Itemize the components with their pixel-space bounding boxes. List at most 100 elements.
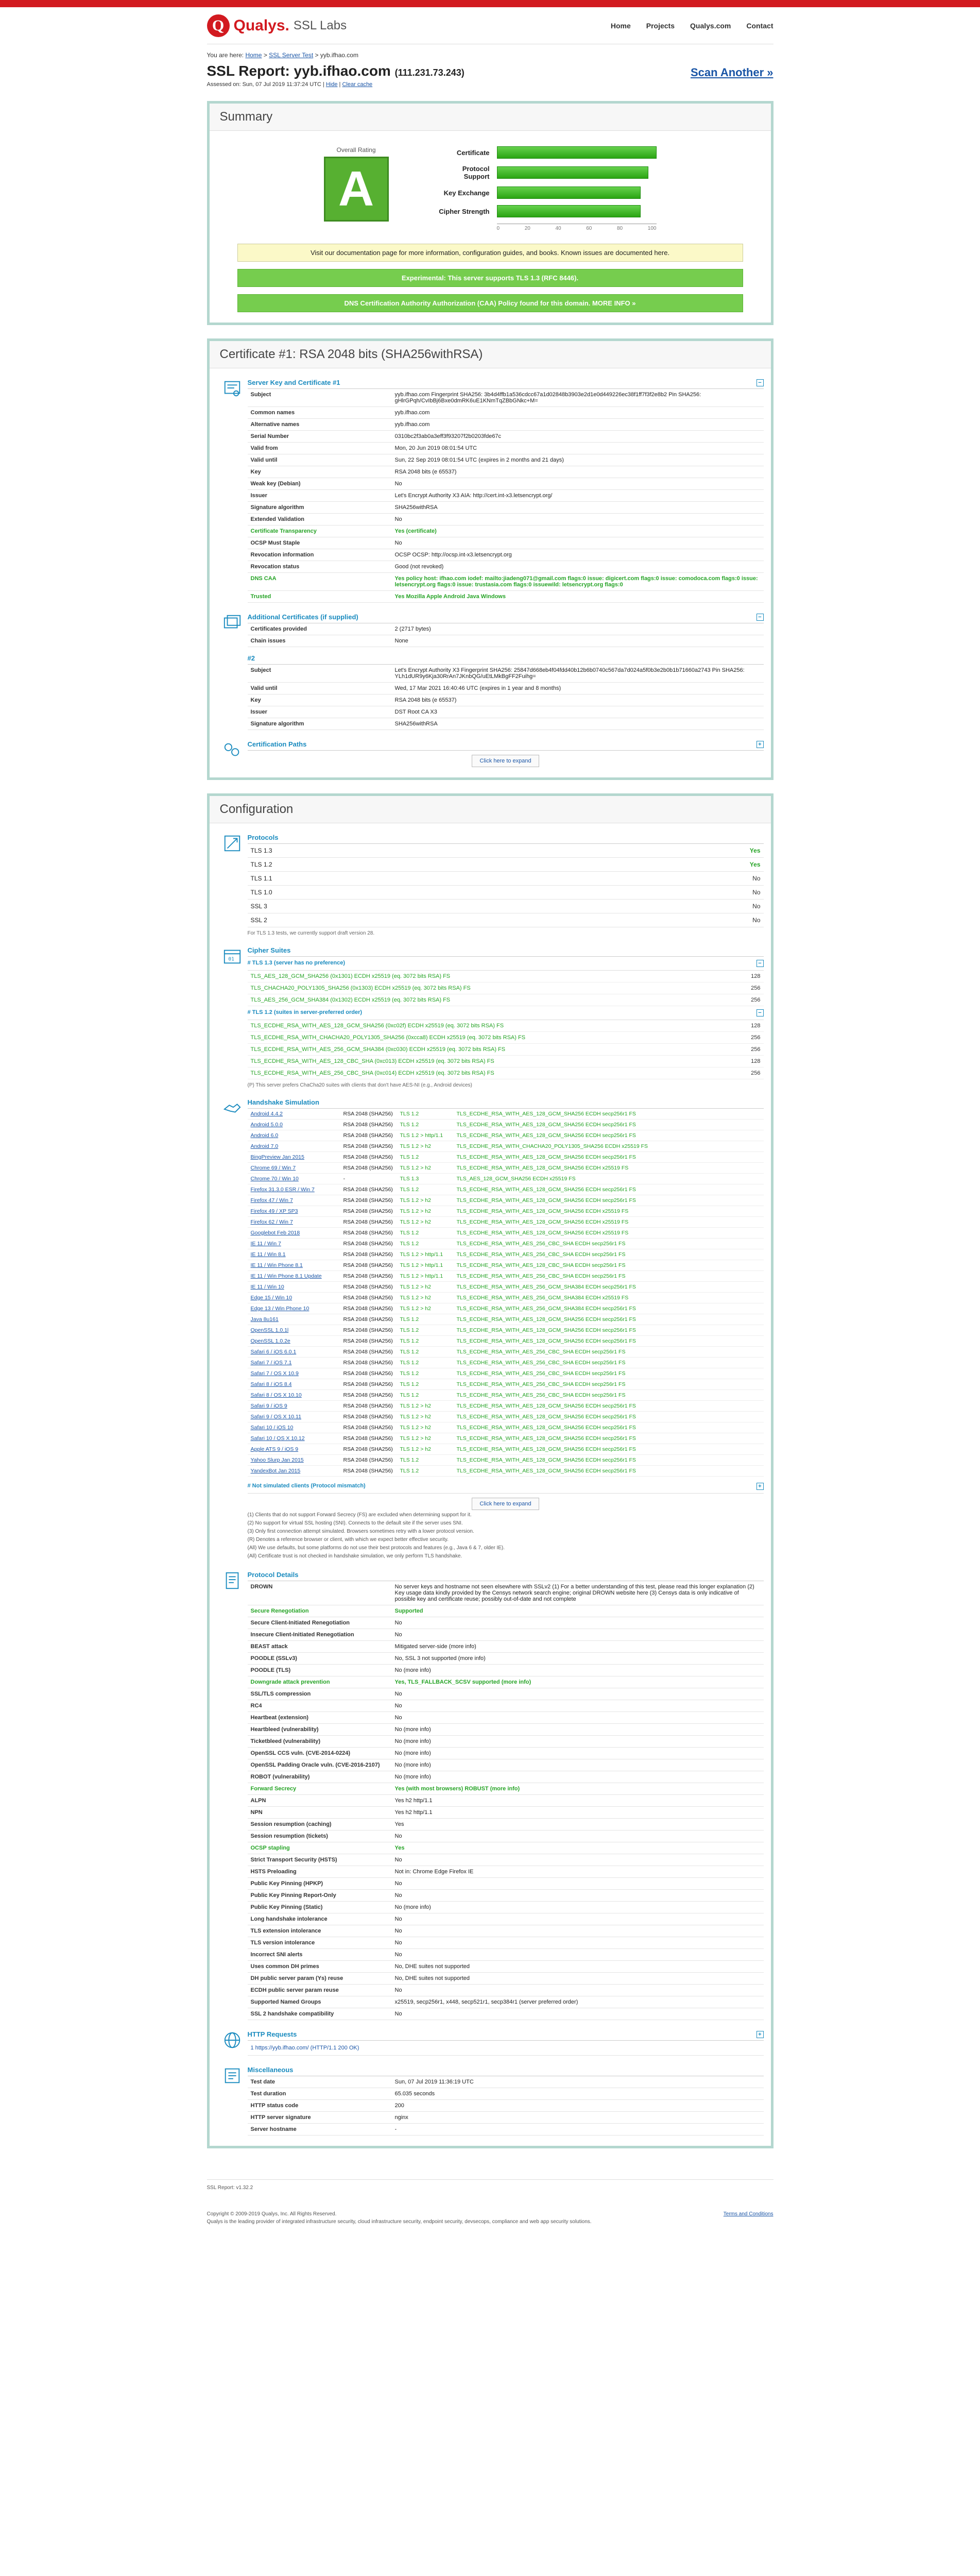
table-row: POODLE (TLS) No (more info) <box>247 1664 764 1676</box>
handshake-client[interactable]: Safari 6 / iOS 6.0.1 <box>247 1346 340 1358</box>
expand-icon[interactable]: + <box>756 1483 764 1490</box>
non-simulated-header[interactable]: # Not simulated clients (Protocol mismat… <box>247 1480 764 1494</box>
scale-tick: 0 <box>496 226 500 231</box>
handshake-client[interactable]: Firefox 49 / XP SP3 <box>247 1206 340 1217</box>
row-key: TLS extension intolerance <box>247 1925 392 1937</box>
handshake-client[interactable]: Edge 13 / Win Phone 10 <box>247 1303 340 1314</box>
handshake-client[interactable]: Android 7.0 <box>247 1141 340 1152</box>
handshake-client[interactable]: Firefox 62 / Win 7 <box>247 1216 340 1228</box>
handshake-client[interactable]: Safari 8 / OS X 10.10 <box>247 1389 340 1401</box>
cipher-row: TLS_ECDHE_RSA_WITH_AES_256_GCM_SHA384 (0… <box>247 1043 764 1056</box>
handshake-protocol: TLS 1.2 <box>397 1119 454 1130</box>
notice-banner: Experimental: This server supports TLS 1… <box>237 269 743 287</box>
handshake-client[interactable]: Safari 9 / iOS 9 <box>247 1400 340 1412</box>
handshake-client[interactable]: IE 11 / Win 8.1 <box>247 1249 340 1260</box>
collapse-icon[interactable]: − <box>756 379 764 386</box>
handshake-client[interactable]: OpenSSL 1.0.2e <box>247 1335 340 1347</box>
row-value: Wed, 17 Mar 2021 16:40:46 UTC (expires i… <box>391 682 764 694</box>
handshake-client[interactable]: Chrome 69 / Win 7 <box>247 1162 340 1174</box>
nav-contact[interactable]: Contact <box>746 22 773 30</box>
handshake-client[interactable]: Safari 7 / iOS 7.1 <box>247 1357 340 1368</box>
handshake-client[interactable]: Chrome 70 / Win 10 <box>247 1173 340 1184</box>
cert-paths-header[interactable]: Certification Paths + <box>247 738 764 751</box>
handshake-client[interactable]: Edge 15 / Win 10 <box>247 1292 340 1303</box>
handshake-client[interactable]: YandexBot Jan 2015 <box>247 1465 340 1477</box>
handshake-protocol: TLS 1.3 <box>397 1173 454 1184</box>
hide-link[interactable]: Hide <box>326 81 338 88</box>
row-value: Yes policy host: ifhao.com iodef: mailto… <box>391 572 764 591</box>
cipher-row: TLS_AES_128_GCM_SHA256 (0x1301) ECDH x25… <box>247 971 764 982</box>
handshake-client[interactable]: Safari 10 / OS X 10.12 <box>247 1433 340 1444</box>
row-value: Let's Encrypt Authority X3 AIA: http://c… <box>391 489 764 502</box>
score-bar-track <box>496 205 657 217</box>
clear-cache-link[interactable]: Clear cache <box>342 81 372 88</box>
handshake-client[interactable]: Firefox 47 / Win 7 <box>247 1195 340 1206</box>
handshake-client[interactable]: Safari 7 / OS X 10.9 <box>247 1368 340 1379</box>
collapse-icon[interactable]: − <box>756 1009 764 1016</box>
table-row: Common names yyb.ifhao.com <box>247 406 764 419</box>
row-value: No <box>391 1925 764 1937</box>
breadcrumb-server-test[interactable]: SSL Server Test <box>269 52 313 59</box>
info-icon <box>217 2064 248 2136</box>
expand-icon[interactable]: + <box>756 740 764 748</box>
handshake-client[interactable]: Safari 8 / iOS 8.4 <box>247 1379 340 1390</box>
score-bar-label: Key Exchange <box>443 189 490 197</box>
row-key: Alternative names <box>247 418 392 431</box>
handshake-row: Safari 10 / iOS 10 RSA 2048 (SHA256) TLS 1… <box>247 1422 764 1433</box>
handshake-row: Android 6.0 RSA 2048 (SHA256) TLS 1.2 > ht… <box>247 1130 764 1141</box>
breadcrumb-home[interactable]: Home <box>245 52 262 59</box>
handshake-client[interactable]: Yahoo Slurp Jan 2015 <box>247 1454 340 1466</box>
handshake-client[interactable]: OpenSSL 1.0.1l <box>247 1325 340 1336</box>
expand-cert-paths-button[interactable]: Click here to expand <box>472 755 539 767</box>
nav-qualys[interactable]: Qualys.com <box>690 22 731 30</box>
handshake-client[interactable]: Apple ATS 9 / iOS 9 <box>247 1444 340 1455</box>
handshake-client[interactable]: BingPreview Jan 2015 <box>247 1151 340 1163</box>
row-key: Secure Client-Initiated Renegotiation <box>247 1617 392 1629</box>
expand-non-simulated-button[interactable]: Click here to expand <box>472 1498 539 1510</box>
handshake-client[interactable]: Android 4.4.2 <box>247 1109 340 1120</box>
table-row: ROBOT (vulnerability) No (more info) <box>247 1771 764 1783</box>
handshake-client[interactable]: IE 11 / Win 10 <box>247 1281 340 1293</box>
row-value: No <box>391 1617 764 1629</box>
table-row: Key RSA 2048 bits (e 65537) <box>247 466 764 478</box>
grade-badge: A <box>323 157 389 222</box>
row-value: No (more info) <box>391 1747 764 1759</box>
handshake-client[interactable]: IE 11 / Win Phone 8.1 <box>247 1260 340 1271</box>
protocol-row: SSL 3 No <box>247 899 764 913</box>
handshake-client[interactable]: IE 11 / Win Phone 8.1 Update <box>247 1270 340 1282</box>
collapse-icon[interactable]: − <box>756 960 764 967</box>
handshake-client[interactable]: Safari 9 / OS X 10.11 <box>247 1411 340 1422</box>
handshake-client[interactable]: Firefox 31.3.0 ESR / Win 7 <box>247 1184 340 1195</box>
handshake-client[interactable]: Googlebot Feb 2018 <box>247 1227 340 1239</box>
handshake-client[interactable]: Safari 10 / iOS 10 <box>247 1422 340 1433</box>
http-requests-header[interactable]: HTTP Requests + <box>247 2028 764 2041</box>
expand-icon[interactable]: + <box>756 2030 764 2038</box>
cipher-name: TLS_ECDHE_RSA_WITH_AES_256_CBC_SHA (0xc0… <box>247 1067 733 1079</box>
handshake-client[interactable]: Java 8u161 <box>247 1314 340 1325</box>
score-bar-track <box>496 146 657 159</box>
collapse-icon[interactable]: − <box>756 613 764 621</box>
terms-link[interactable]: Terms and Conditions <box>724 2211 773 2217</box>
handshake-client[interactable]: IE 11 / Win 7 <box>247 1238 340 1249</box>
row-value: No server keys and hostname not seen els… <box>391 1581 764 1605</box>
http-request-row[interactable]: 1 https://yyb.ifhao.com/ (HTTP/1.1 200 O… <box>247 2041 764 2056</box>
nav-projects[interactable]: Projects <box>646 22 675 30</box>
table-row: Extended Validation No <box>247 513 764 526</box>
additional-certs-header[interactable]: Additional Certificates (if supplied) − <box>247 611 764 623</box>
nav-home[interactable]: Home <box>611 22 631 30</box>
tls13-header[interactable]: # TLS 1.3 (server has no preference) − <box>247 957 764 971</box>
tls12-header[interactable]: # TLS 1.2 (suites in server-preferred or… <box>247 1006 764 1020</box>
table-row: Uses common DH primes No, DHE suites not … <box>247 1960 764 1973</box>
summary-section: Summary Overall Rating A Certificate Prot… <box>207 101 773 325</box>
ciphers-title: Cipher Suites <box>247 946 291 954</box>
handshake-key: RSA 2048 (SHA256) <box>340 1195 397 1206</box>
handshake-client[interactable]: Android 6.0 <box>247 1130 340 1141</box>
scan-another-link[interactable]: Scan Another » <box>691 66 773 79</box>
row-value: No <box>391 1854 764 1866</box>
server-key-header[interactable]: Server Key and Certificate #1 − <box>247 377 764 389</box>
logo[interactable]: Q Qualys. SSL Labs <box>207 14 347 37</box>
handshake-client[interactable]: Android 5.0.0 <box>247 1119 340 1130</box>
scale-tick: 100 <box>647 226 657 231</box>
row-key: POODLE (SSLv3) <box>247 1652 392 1665</box>
row-value: Yes h2 http/1.1 <box>391 1794 764 1807</box>
